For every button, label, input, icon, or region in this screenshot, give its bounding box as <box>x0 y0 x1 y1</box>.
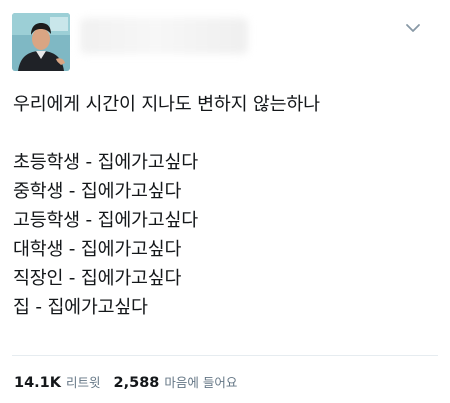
tweet-line: 대학생 - 집에가고싶다 <box>13 239 182 260</box>
blurred-user-name <box>80 18 248 54</box>
tweet-text: 우리에게 시간이 지나도 변하지 않는하나 초등학생 - 집에가고싶다 중학생 … <box>13 90 438 322</box>
retweets-label: 리트윗 <box>66 375 101 390</box>
likes-count: 2,588 <box>113 375 160 391</box>
tweet-line: 우리에게 시간이 지나도 변하지 않는하나 <box>13 94 320 115</box>
chevron-down-icon[interactable] <box>404 20 422 34</box>
retweets-count: 14.1K <box>14 375 62 391</box>
avatar-photo <box>12 13 70 71</box>
likes-stat[interactable]: 2,588 마음에 들어요 <box>114 372 238 391</box>
tweet-line: 직장인 - 집에가고싶다 <box>13 268 182 289</box>
retweets-stat[interactable]: 14.1K 리트윗 <box>14 372 101 391</box>
tweet-line: 고등학생 - 집에가고싶다 <box>13 210 198 231</box>
likes-label: 마음에 들어요 <box>164 375 238 390</box>
tweet-line: 중학생 - 집에가고싶다 <box>13 181 182 202</box>
tweet-card: 우리에게 시간이 지나도 변하지 않는하나 초등학생 - 집에가고싶다 중학생 … <box>0 0 450 403</box>
tweet-line: 집 - 집에가고싶다 <box>13 297 148 318</box>
divider <box>12 355 438 356</box>
tweet-line: 초등학생 - 집에가고싶다 <box>13 152 198 173</box>
tweet-stats: 14.1K 리트윗 2,588 마음에 들어요 <box>14 372 250 391</box>
avatar[interactable] <box>12 13 70 71</box>
